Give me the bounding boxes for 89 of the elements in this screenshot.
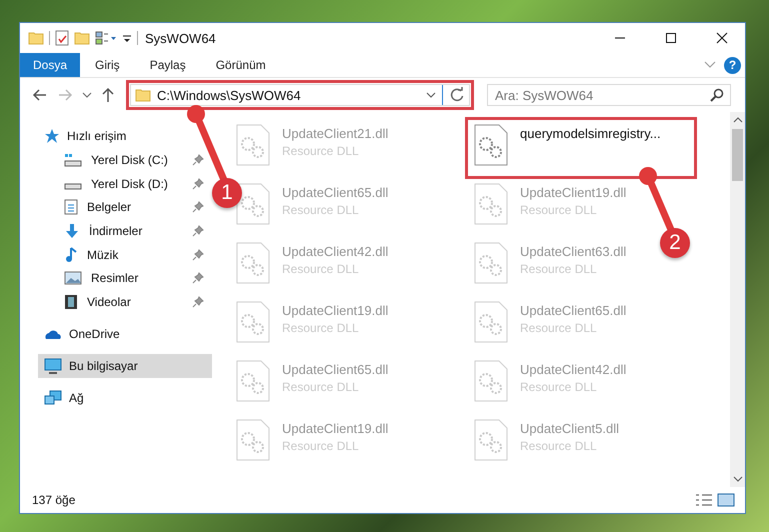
chevron-up-icon[interactable] (732, 116, 742, 124)
file-name: UpdateClient42.dll (520, 362, 626, 377)
file-name: UpdateClient65.dll (282, 185, 388, 200)
chevron-down-icon[interactable] (732, 475, 742, 483)
gear-file-icon (236, 183, 270, 225)
pin-icon[interactable] (192, 224, 204, 237)
drive-icon (64, 183, 82, 190)
sidebar-item[interactable]: Yerel Disk (C:) (38, 148, 212, 172)
gear-file-icon (474, 242, 508, 284)
sidebar-label: Yerel Disk (D:) (91, 176, 168, 191)
file-name: querymodelsimregistry... (520, 126, 661, 141)
sidebar-item[interactable]: Ağ (38, 386, 212, 410)
gear-file-icon (236, 242, 270, 284)
gear-file-icon (474, 419, 508, 461)
star-icon (44, 128, 60, 144)
file-name: UpdateClient65.dll (520, 303, 626, 318)
music-note-icon (64, 246, 78, 263)
pin-icon[interactable] (192, 248, 204, 261)
chevron-down-icon[interactable] (82, 91, 92, 99)
sidebar-label: Bu bilgisayar (69, 358, 138, 373)
file-name: UpdateClient5.dll (520, 421, 620, 436)
sidebar-item[interactable]: Yerel Disk (D:) (38, 172, 212, 196)
ribbon-tab[interactable]: Dosya (20, 53, 80, 77)
pin-icon[interactable] (192, 154, 204, 166)
address-path: C:\Windows\SysWOW64 (157, 88, 302, 102)
gear-file-icon (236, 360, 270, 402)
ribbon-tab[interactable]: Görünüm (200, 53, 281, 77)
sidebar-label: Müzik (87, 248, 118, 262)
chevron-down-icon[interactable] (426, 91, 436, 99)
file-name: UpdateClient65.dll (282, 362, 388, 377)
file-name: UpdateClient19.dll (520, 185, 626, 200)
back-arrow-icon[interactable] (32, 87, 48, 103)
monitor-icon (44, 358, 62, 374)
sidebar-label: Resimler (91, 271, 138, 286)
cloud-icon (44, 328, 62, 340)
sidebar-item[interactable]: Bu bilgisayar (38, 354, 212, 378)
checklist-icon[interactable] (55, 30, 69, 46)
sidebar-item[interactable]: Belgeler (38, 195, 212, 220)
film-icon (64, 294, 78, 310)
file-name: UpdateClient19.dll (282, 303, 388, 318)
file-item[interactable]: querymodelsimregistry... (468, 120, 694, 176)
sidebar-label: Yerel Disk (C:) (91, 152, 168, 167)
picture-icon (64, 271, 82, 286)
scrollbar[interactable] (730, 112, 745, 487)
layout-icon[interactable] (95, 30, 117, 46)
refresh-icon[interactable] (449, 87, 465, 103)
sidebar-label: İndirmeler (89, 224, 142, 238)
pin-icon[interactable] (192, 296, 204, 308)
sidebar-item[interactable]: OneDrive (38, 322, 212, 346)
pin-icon[interactable] (192, 201, 204, 214)
sidebar-item[interactable]: Videolar (38, 290, 212, 314)
download-arrow-icon (64, 222, 80, 239)
sidebar-label: Hızlı erişim (67, 129, 126, 143)
document-icon (64, 199, 78, 216)
gear-file-icon (474, 301, 508, 343)
gear-file-icon (236, 419, 270, 461)
up-arrow-icon[interactable] (101, 87, 115, 103)
gear-file-icon (236, 301, 270, 343)
gear-file-icon (474, 183, 508, 225)
ribbon-tab[interactable]: Paylaş (134, 53, 201, 77)
file-name: UpdateClient19.dll (282, 421, 388, 436)
sidebar-label: OneDrive (69, 326, 120, 341)
file-name: UpdateClient63.dll (520, 244, 626, 259)
search-field[interactable]: Ara: SysWOW64 (487, 84, 731, 106)
help-button[interactable]: ? (724, 56, 741, 74)
window-title: SysWOW64 (145, 30, 216, 46)
details-view-icon[interactable] (695, 493, 713, 507)
scrollbar-thumb[interactable] (732, 129, 743, 181)
large-icons-view-icon[interactable] (717, 493, 735, 507)
sidebar-item[interactable]: Resimler (38, 266, 212, 290)
folder-icon (135, 87, 151, 103)
gear-file-icon (474, 124, 508, 166)
drive-icon (64, 152, 82, 167)
ribbon-tab[interactable]: Giriş (80, 53, 135, 77)
file-name: UpdateClient21.dll (282, 126, 388, 141)
pin-icon[interactable] (192, 178, 204, 190)
network-icon (44, 390, 62, 406)
sidebar-label: Ağ (69, 390, 84, 405)
sidebar-label: Videolar (87, 294, 131, 309)
sidebar-item[interactable]: Müzik (38, 242, 212, 266)
gear-file-icon (236, 124, 270, 166)
sidebar-label: Belgeler (87, 200, 132, 214)
gear-file-icon (474, 360, 508, 402)
file-name: UpdateClient42.dll (282, 244, 388, 259)
sidebar-item[interactable]: Hızlı erişim (38, 124, 212, 148)
search-icon (710, 88, 724, 102)
pin-icon[interactable] (192, 272, 204, 284)
sidebar-item[interactable]: İndirmeler (38, 219, 212, 243)
item-count: 137 öğe (32, 493, 76, 507)
